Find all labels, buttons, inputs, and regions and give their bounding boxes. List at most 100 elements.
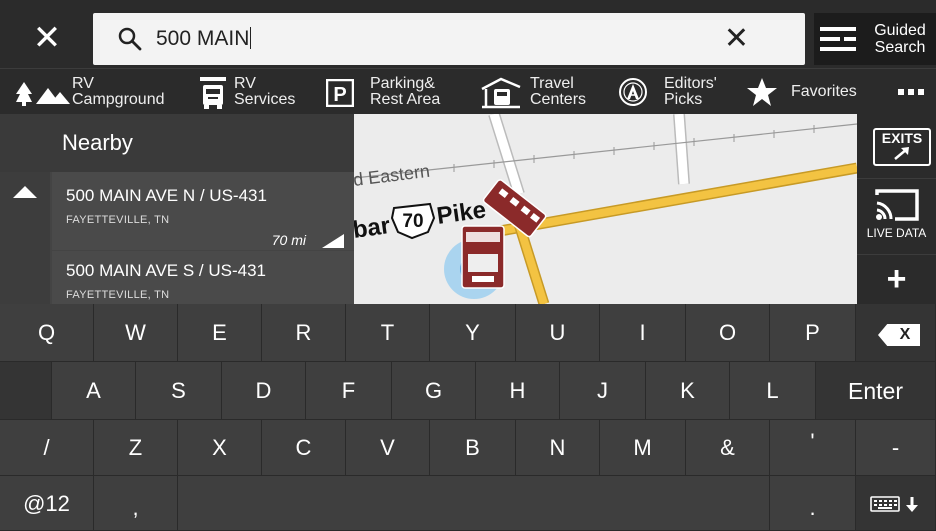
live-data-button[interactable]: LIVE DATA [857,178,936,242]
text-caret [250,27,252,49]
key-n[interactable]: N [516,420,600,476]
guided-search-button[interactable]: Guided Search [814,13,936,65]
key-u[interactable]: U [516,304,600,362]
exits-label: EXITS [881,130,923,146]
key-slash[interactable]: / [0,420,94,476]
category-rv-campground[interactable]: RV Campground [10,69,180,115]
category-favorites[interactable]: Favorites [744,69,870,115]
zoom-in-button[interactable]: + [857,254,936,302]
result-name: 500 MAIN AVE S / US-431 [66,261,266,280]
key-g[interactable]: G [392,362,476,420]
map-canvas: d Eastern bar 70 Pike [354,114,857,304]
key-i[interactable]: I [600,304,686,362]
result-city: FAYETTEVILLE, TN [66,214,170,226]
map-road-label: bar [354,212,392,244]
key-p[interactable]: P [770,304,856,362]
key-c[interactable]: C [262,420,346,476]
svg-text:P: P [333,84,346,106]
category-bar: RV Campground RV Services P Parking& Rest A… [0,68,936,114]
category-parking-rest-area[interactable]: P Parking& Rest Area [326,69,456,115]
keyboard-hide-icon [870,496,918,512]
result-distance: 70 mi [271,232,306,248]
editors-picks-icon [619,78,647,106]
key-comma[interactable]: , [94,476,178,531]
key-a[interactable]: A [52,362,136,420]
result-item[interactable]: 500 MAIN AVE S / US-431 FAYETTEVILLE, TN [52,251,354,304]
space-key[interactable] [178,476,770,531]
category-rv-services[interactable]: RV Services [196,69,316,115]
guided-search-label: Guided Search [874,22,926,56]
route-shield-icon: 70 [390,202,436,240]
result-item[interactable]: 500 MAIN AVE N / US-431 FAYETTEVILLE, TN… [52,172,354,250]
star-icon [747,78,777,106]
panel-title: Nearby [0,114,354,172]
key-m[interactable]: M [600,420,686,476]
key-apostrophe[interactable]: ' [770,420,856,476]
more-categories-button[interactable] [888,69,936,115]
key-q[interactable]: Q [0,304,94,362]
key-b[interactable]: B [430,420,516,476]
key-k[interactable]: K [646,362,730,420]
exit-arrow-icon [894,147,909,160]
map-road-label: Pike [435,196,488,230]
key-period[interactable]: . [770,476,856,531]
more-icon [898,89,924,95]
key-r[interactable]: R [262,304,346,362]
parking-icon: P [326,79,354,107]
route-number: 70 [402,211,423,232]
exits-button[interactable]: EXITS [857,120,936,170]
results-panel: Nearby 500 MAIN AVE N / US-431 FAYETTEVI… [0,114,354,304]
category-travel-centers[interactable]: Travel Centers [480,69,600,115]
key-v[interactable]: V [346,420,430,476]
rv-vehicle-icon [461,225,505,289]
category-label: Travel Centers [530,75,587,108]
key-spacer [0,362,52,420]
key-f[interactable]: F [306,362,392,420]
live-data-label: LIVE DATA [866,226,927,240]
tools-rv-icon [200,77,226,109]
key-ampersand[interactable]: & [686,420,770,476]
clear-search-icon[interactable]: ✕ [724,23,749,55]
category-editors-picks[interactable]: Editors' Picks [618,69,734,115]
key-hyphen[interactable]: - [856,420,936,476]
close-icon[interactable]: ✕ [10,10,84,66]
key-z[interactable]: Z [94,420,178,476]
category-label: RV Campground [72,75,165,108]
scroll-up-icon[interactable] [13,186,37,198]
key-o[interactable]: O [686,304,770,362]
key-x[interactable]: X [178,420,262,476]
key-t[interactable]: T [346,304,430,362]
key-s[interactable]: S [136,362,222,420]
key-w[interactable]: W [94,304,178,362]
category-label: Favorites [791,83,857,100]
category-label: RV Services [234,75,296,108]
direction-arrow-icon [322,234,344,248]
top-bar: ✕ 500 MAIN ✕ Guided Search [0,0,936,68]
map-road-label: d Eastern [354,161,431,190]
numbers-key[interactable]: @12 [0,476,94,531]
scroll-column [0,172,50,304]
result-name: 500 MAIN AVE N / US-431 [66,186,267,205]
travel-center-icon [481,77,521,109]
key-e[interactable]: E [178,304,262,362]
search-input[interactable]: 500 MAIN ✕ [93,13,805,65]
key-y[interactable]: Y [430,304,516,362]
map-view[interactable]: d Eastern bar 70 Pike [354,114,857,304]
key-d[interactable]: D [222,362,306,420]
category-label: Parking& Rest Area [370,75,441,108]
hide-keyboard-key[interactable] [856,476,936,531]
key-j[interactable]: J [560,362,646,420]
key-l[interactable]: L [730,362,816,420]
backspace-icon: X [878,324,920,346]
exits-icon: EXITS [873,128,931,166]
search-icon [118,27,142,51]
enter-key[interactable]: Enter [816,362,936,420]
key-h[interactable]: H [476,362,560,420]
backspace-key[interactable]: X [856,304,936,362]
backspace-label: X [899,326,911,343]
category-label: Editors' Picks [664,75,717,108]
map-controls: EXITS LIVE DATA + [857,114,936,304]
on-screen-keyboard: Q W E R T Y U I O P X A S D F G H J K L … [0,304,936,531]
trees-tent-icon [16,82,70,106]
cast-icon [875,189,919,221]
